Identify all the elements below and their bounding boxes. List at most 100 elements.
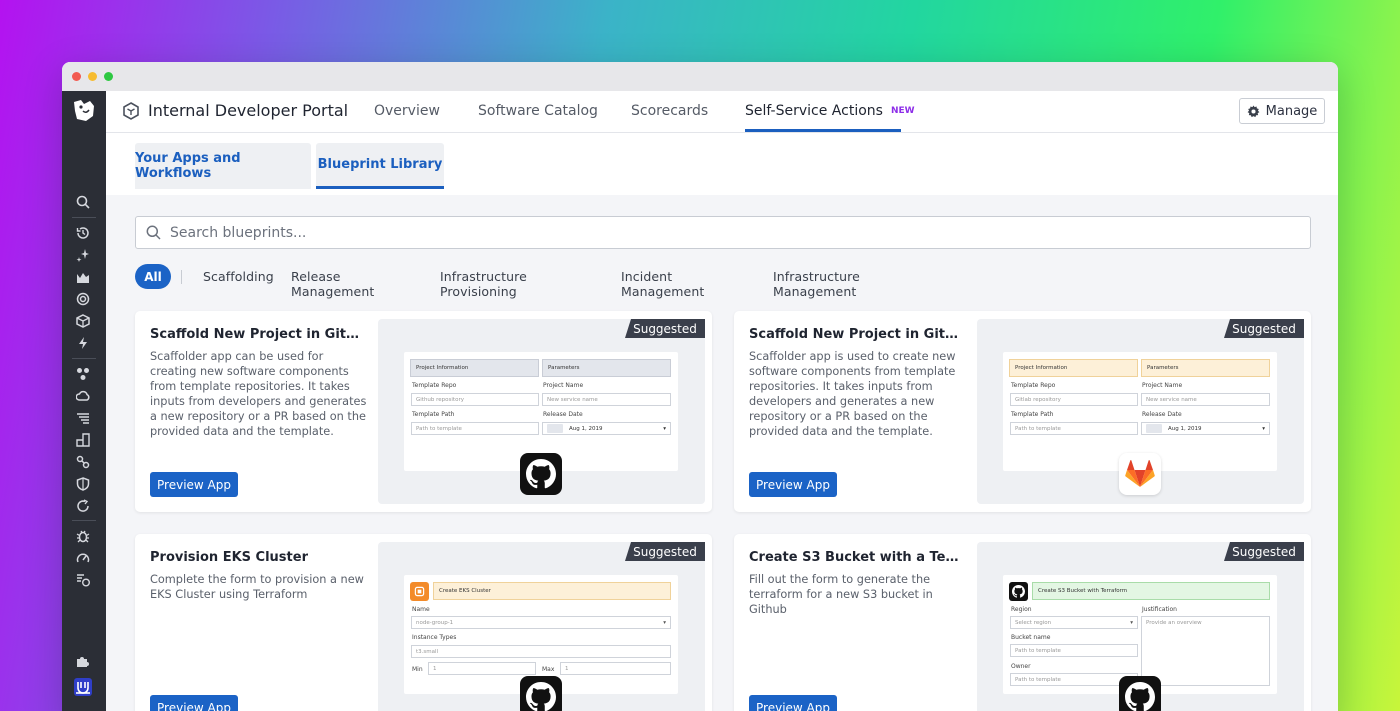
- blueprint-card-gitlab[interactable]: Scaffold New Project in GitLab Scaffolde…: [734, 311, 1311, 512]
- browser-window: Internal Developer Portal Overview Softw…: [62, 62, 1338, 711]
- preview-app-button[interactable]: Preview App: [150, 695, 238, 711]
- preview-label: Project Name: [1142, 382, 1183, 389]
- nav-self-service-actions-label: Self-Service Actions: [745, 103, 883, 119]
- filter-infrastructure-provisioning[interactable]: Infrastructure Provisioning: [440, 269, 527, 299]
- blueprint-card-s3[interactable]: Create S3 Bucket with a Terraform ... Fi…: [734, 534, 1311, 711]
- subtab-your-apps[interactable]: Your Apps and Workflows: [135, 143, 311, 189]
- preview-field: Github repository: [411, 393, 539, 406]
- card-preview: Suggested Create S3 Bucket with Terrafor…: [977, 542, 1304, 711]
- github-logo-icon: [520, 453, 562, 495]
- github-logo-icon: [520, 676, 562, 711]
- preview-app-button[interactable]: Preview App: [749, 695, 837, 711]
- preview-header: Project Information: [410, 359, 539, 377]
- close-window-button[interactable]: [72, 72, 81, 81]
- nav-software-catalog[interactable]: Software Catalog: [478, 103, 598, 119]
- logs-icon[interactable]: [75, 410, 91, 426]
- preview-field: Path to template: [411, 422, 539, 435]
- preview-label: Template Path: [1011, 411, 1054, 418]
- terraform-aws-icon: [410, 582, 429, 601]
- card-title: Provision EKS Cluster: [150, 550, 308, 565]
- preview-label: Template Repo: [412, 382, 457, 389]
- card-description: Scaffolder app can be used for creating …: [150, 350, 367, 438]
- suggested-badge: Suggested: [625, 542, 705, 561]
- card-preview: Suggested Create EKS Cluster Name node-g…: [378, 542, 705, 711]
- portal-cube-icon: [123, 102, 139, 120]
- nav-overview[interactable]: Overview: [374, 103, 440, 119]
- search-icon[interactable]: [75, 194, 91, 210]
- preview-field: t3.small: [411, 645, 671, 658]
- filter-infrastructure-management[interactable]: Infrastructure Management: [773, 269, 860, 299]
- filter-divider: [181, 270, 182, 284]
- datadog-logo-icon[interactable]: [71, 97, 97, 123]
- github-small-icon: [1009, 582, 1028, 601]
- preview-label: Release Date: [1142, 411, 1182, 418]
- security-shield-icon[interactable]: [75, 476, 91, 492]
- blueprint-card-github[interactable]: Scaffold New Project in GitHub Scaffolde…: [135, 311, 712, 512]
- bug-icon[interactable]: [75, 528, 91, 544]
- preview-date-field: Aug 1, 2019 ▾: [542, 422, 671, 435]
- filter-release-management[interactable]: Release Management: [291, 269, 374, 299]
- preview-field: New service name: [1141, 393, 1270, 406]
- active-tab-indicator: [745, 129, 901, 132]
- list-timer-icon[interactable]: [75, 572, 91, 588]
- preview-label: Template Repo: [1011, 382, 1056, 389]
- monitors-icon[interactable]: [75, 291, 91, 307]
- portal-title: Internal Developer Portal: [148, 101, 349, 120]
- sparkle-icon[interactable]: [75, 247, 91, 263]
- lightning-icon[interactable]: [75, 335, 91, 351]
- refresh-icon[interactable]: [75, 498, 91, 514]
- services-icon[interactable]: [75, 366, 91, 382]
- filter-incident-management[interactable]: Incident Management: [621, 269, 704, 299]
- preview-app-button[interactable]: Preview App: [749, 472, 837, 497]
- manage-button[interactable]: Manage: [1239, 98, 1325, 124]
- card-title: Create S3 Bucket with a Terraform ...: [749, 550, 964, 565]
- link-icon[interactable]: [75, 454, 91, 470]
- preview-app-button[interactable]: Preview App: [150, 472, 238, 497]
- preview-field: Path to template: [1010, 644, 1138, 657]
- minimize-window-button[interactable]: [88, 72, 97, 81]
- preview-header: Parameters: [542, 359, 671, 377]
- preview-label: Instance Types: [412, 634, 457, 641]
- preview-date-value: Aug 1, 2019: [569, 425, 603, 432]
- title-bar: [62, 62, 1338, 91]
- cloud-icon[interactable]: [75, 388, 91, 404]
- preview-select-field: Select region ▾: [1010, 616, 1138, 629]
- infrastructure-icon[interactable]: [75, 432, 91, 448]
- preview-field: 1: [560, 662, 671, 675]
- dashboards-icon[interactable]: [75, 269, 91, 285]
- maximize-window-button[interactable]: [104, 72, 113, 81]
- card-description: Complete the form to provision a new EKS…: [150, 573, 364, 601]
- card-preview: Suggested Project Information Parameters…: [977, 319, 1304, 504]
- subtab-blueprint-library[interactable]: Blueprint Library: [316, 143, 444, 189]
- card-description: Fill out the form to generate the terraf…: [749, 573, 933, 616]
- subtabs-bar: Your Apps and Workflows Blueprint Librar…: [106, 133, 1338, 195]
- preview-label: Region: [1011, 606, 1032, 613]
- preview-label: Min: [412, 666, 423, 673]
- preview-header: Project Information: [1009, 359, 1138, 377]
- filter-all[interactable]: All: [135, 264, 171, 289]
- preview-label: Template Path: [412, 411, 455, 418]
- suggested-badge: Suggested: [1224, 319, 1304, 338]
- history-icon[interactable]: [75, 225, 91, 241]
- nav-scorecards[interactable]: Scorecards: [631, 103, 708, 119]
- filter-scaffolding[interactable]: Scaffolding: [203, 269, 274, 284]
- search-input[interactable]: Search blueprints...: [135, 216, 1311, 249]
- card-preview: Suggested Project Information Parameters…: [378, 319, 705, 504]
- user-avatar-icon[interactable]: [74, 678, 92, 696]
- cube-icon[interactable]: [75, 313, 91, 329]
- blueprint-card-eks[interactable]: Provision EKS Cluster Complete the form …: [135, 534, 712, 711]
- nav-self-service-actions[interactable]: Self-Service Actions NEW: [745, 103, 915, 119]
- preview-label: Bucket name: [1011, 634, 1051, 641]
- preview-date-field: Aug 1, 2019 ▾: [1141, 422, 1270, 435]
- preview-label: Project Name: [543, 382, 584, 389]
- gauge-icon[interactable]: [75, 550, 91, 566]
- preview-field: 1: [428, 662, 536, 675]
- preview-label: Max: [542, 666, 555, 673]
- gear-icon: [1247, 104, 1260, 117]
- github-logo-icon: [1119, 676, 1161, 711]
- search-placeholder: Search blueprints...: [170, 224, 307, 241]
- preview-header: Create EKS Cluster: [433, 582, 671, 600]
- preview-label: Justification: [1142, 606, 1177, 613]
- integrations-puzzle-icon[interactable]: [75, 653, 91, 669]
- preview-field: Gitlab repository: [1010, 393, 1138, 406]
